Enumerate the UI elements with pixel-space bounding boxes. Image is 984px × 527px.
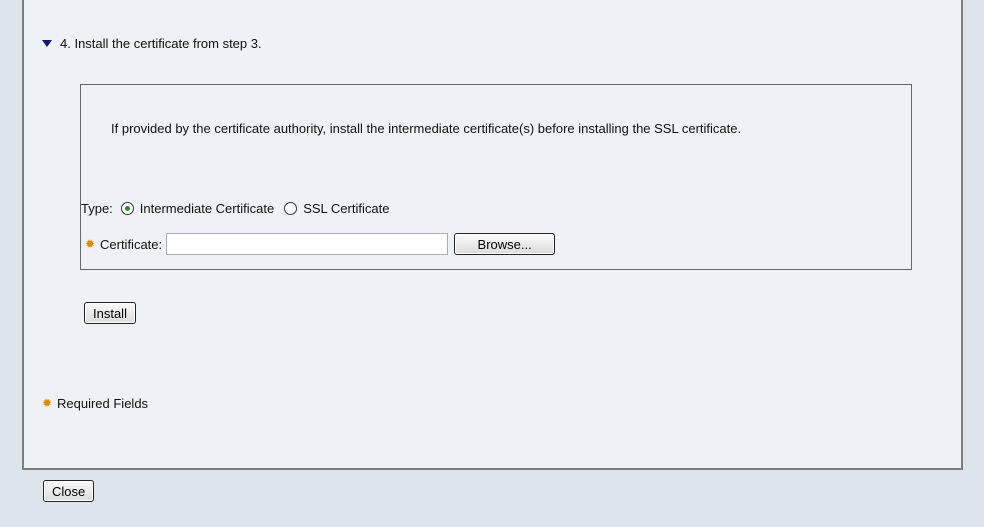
required-fields-note: ✹ Required Fields: [42, 396, 148, 411]
radio-label-intermediate[interactable]: Intermediate Certificate: [140, 201, 274, 216]
certificate-label: Certificate:: [100, 236, 163, 252]
install-form-box: If provided by the certificate authority…: [80, 84, 912, 270]
step-header[interactable]: 4. Install the certificate from step 3.: [42, 36, 262, 51]
type-label: Type:: [81, 201, 113, 216]
close-button[interactable]: Close: [43, 480, 95, 502]
type-row: Type: Intermediate Certificate SSL Certi…: [81, 201, 389, 216]
radio-selected-dot: [124, 206, 130, 211]
collapse-triangle-icon[interactable]: [42, 40, 52, 47]
required-asterisk-icon: ✹: [85, 236, 96, 251]
certificate-row: ✹ Certificate: Browse...: [85, 233, 556, 255]
radio-ssl-certificate[interactable]: [284, 202, 298, 215]
required-fields-label: Required Fields: [57, 396, 149, 411]
install-button[interactable]: Install: [84, 302, 136, 324]
radio-intermediate-certificate[interactable]: [120, 202, 134, 215]
dialog-panel: 4. Install the certificate from step 3. …: [22, 0, 963, 470]
certificate-file-input[interactable]: [166, 233, 449, 255]
browse-button[interactable]: Browse...: [454, 233, 556, 255]
info-text: If provided by the certificate authority…: [111, 121, 742, 136]
step-title: 4. Install the certificate from step 3.: [60, 36, 262, 51]
required-asterisk-icon: ✹: [42, 396, 53, 410]
radio-label-ssl[interactable]: SSL Certificate: [303, 201, 389, 216]
